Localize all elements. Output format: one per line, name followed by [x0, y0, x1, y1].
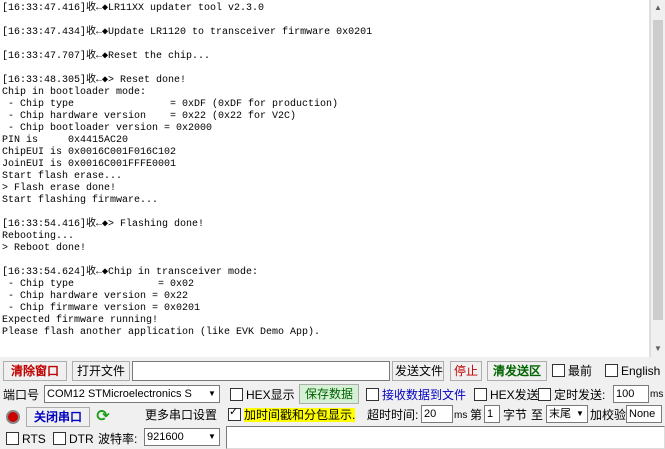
- english-check-icon[interactable]: [605, 364, 618, 378]
- log-line: Rebooting...: [2, 231, 75, 242]
- log-line: [16:33:47.434]收←◆Update LR1120 to transc…: [2, 27, 373, 38]
- log-line: [16:33:54.416]收←◆> Flashing done!: [2, 219, 205, 230]
- port-select[interactable]: COM12 STMicroelectronics S ▼: [44, 385, 220, 403]
- timeout-unit: ms: [454, 410, 468, 421]
- recv-to-file-checkbox[interactable]: 接收数据到文件: [366, 386, 466, 404]
- baud-label: 波特率:: [98, 432, 138, 446]
- log-line: - Chip type = 0xDF (0xDF for production): [2, 99, 339, 110]
- open-file-button[interactable]: 打开文件: [72, 361, 130, 381]
- dtr-checkbox[interactable]: DTR: [53, 430, 94, 448]
- stop-button[interactable]: 停止: [450, 361, 482, 381]
- log-line: > Flash erase done!: [2, 183, 117, 194]
- scroll-up-arrow-icon[interactable]: ▲: [651, 0, 665, 16]
- timeout-label: 超时时间:: [367, 408, 419, 422]
- send-file-button[interactable]: 发送文件: [392, 361, 444, 381]
- timed-send-interval-input[interactable]: 100: [613, 385, 649, 403]
- dtr-label: DTR: [69, 432, 94, 446]
- close-port-button[interactable]: 关闭串口: [26, 407, 90, 427]
- log-line: [16:33:54.624]收←◆Chip in transceiver mod…: [2, 267, 259, 278]
- log-line: - Chip type = 0x02: [2, 279, 195, 290]
- hex-send-checkbox[interactable]: HEX发送: [474, 386, 539, 404]
- log-line: ChipEUI is 0x0016C001F016C102: [2, 147, 177, 158]
- topmost-label: 最前: [568, 364, 593, 378]
- chevron-down-icon[interactable]: ▼: [205, 429, 219, 445]
- hex-display-label: HEX显示: [246, 388, 295, 402]
- topmost-checkbox[interactable]: 最前: [552, 362, 592, 380]
- log-line: [16:33:48.305]收←◆> Reset done!: [2, 75, 187, 86]
- dtr-check-icon[interactable]: [53, 432, 66, 446]
- baud-value: 921600: [147, 431, 184, 443]
- send-text-area[interactable]: [226, 426, 665, 449]
- baud-select[interactable]: 921600 ▼: [144, 428, 220, 446]
- timestamp-label: 加时间戳和分包显示.: [244, 408, 356, 422]
- checksum-value: None: [629, 408, 656, 420]
- log-line: [16:33:47.707]收←◆Reset the chip...: [2, 51, 211, 62]
- log-line: - Chip hardware version = 0x22: [2, 291, 189, 302]
- rts-checkbox[interactable]: RTS: [6, 430, 46, 448]
- recv-to-file-label: 接收数据到文件: [382, 388, 467, 402]
- english-label: English: [621, 364, 661, 378]
- timestamp-check-icon[interactable]: [228, 406, 241, 422]
- log-line: Start flash erase...: [2, 171, 123, 182]
- checksum-select[interactable]: None: [626, 405, 662, 423]
- log-line: - Chip hardware version = 0x22 (0x22 for…: [2, 111, 297, 122]
- file-path-input[interactable]: [132, 361, 390, 381]
- english-checkbox[interactable]: English: [605, 362, 660, 380]
- log-line: PIN is 0x4415AC20: [2, 135, 129, 146]
- log-line: - Chip firmware version = 0x0201: [2, 303, 201, 314]
- timed-send-unit: ms: [650, 389, 664, 400]
- checksum-label: 加校验: [590, 408, 627, 422]
- scroll-down-arrow-icon[interactable]: ▼: [651, 341, 665, 357]
- nth-byte-input[interactable]: 1: [484, 405, 500, 423]
- to-select[interactable]: 末尾 ▼: [546, 405, 588, 423]
- log-line: Please flash another application (like E…: [2, 327, 321, 338]
- scroll-thumb[interactable]: [653, 20, 663, 320]
- chevron-down-icon[interactable]: ▼: [205, 386, 219, 402]
- receive-log[interactable]: [16:33:47.416]收←◆LR11XX updater tool v2.…: [0, 0, 650, 357]
- to-label: 至: [531, 408, 544, 422]
- log-line: > Reboot done!: [2, 243, 87, 254]
- log-line: [16:33:47.416]收←◆LR11XX updater tool v2.…: [2, 3, 265, 14]
- log-line: - Chip bootloader version = 0x2000: [2, 123, 213, 134]
- to-value: 末尾: [549, 408, 571, 420]
- clear-send-button[interactable]: 清发送区: [487, 361, 547, 381]
- hex-send-check-icon[interactable]: [474, 388, 487, 402]
- timed-send-checkbox[interactable]: 定时发送:: [538, 386, 605, 404]
- topmost-check-icon[interactable]: [552, 364, 565, 378]
- byte-label: 字节: [503, 408, 528, 422]
- log-line: JoinEUI is 0x0016C001FFFE0001: [2, 159, 177, 170]
- chevron-down-icon[interactable]: ▼: [573, 406, 587, 422]
- timestamp-checkbox[interactable]: 加时间戳和分包显示.: [228, 406, 356, 424]
- log-line: Chip in bootloader mode:: [2, 87, 147, 98]
- log-line: Expected firmware running!: [2, 315, 159, 326]
- log-scrollbar[interactable]: ▲ ▼: [650, 0, 665, 357]
- nth-label: 第: [470, 408, 483, 422]
- hex-display-checkbox[interactable]: HEX显示: [230, 386, 295, 404]
- timed-send-check-icon[interactable]: [538, 388, 551, 402]
- rts-check-icon[interactable]: [6, 432, 19, 446]
- port-status-indicator-icon: [6, 410, 20, 424]
- recv-to-file-check-icon[interactable]: [366, 388, 379, 402]
- log-line: Start flashing firmware...: [2, 195, 159, 206]
- hex-display-check-icon[interactable]: [230, 388, 243, 402]
- more-settings-link[interactable]: 更多串口设置: [145, 406, 217, 424]
- rts-label: RTS: [22, 432, 46, 446]
- hex-send-label: HEX发送: [490, 388, 539, 402]
- port-value: COM12 STMicroelectronics S: [47, 388, 192, 400]
- timeout-input[interactable]: 20: [421, 405, 453, 423]
- save-data-button[interactable]: 保存数据: [299, 384, 359, 404]
- port-label: 端口号: [3, 388, 40, 402]
- timed-send-label: 定时发送:: [554, 388, 606, 402]
- clear-window-button[interactable]: 清除窗口: [3, 361, 67, 381]
- refresh-icon[interactable]: ⟳: [94, 407, 112, 427]
